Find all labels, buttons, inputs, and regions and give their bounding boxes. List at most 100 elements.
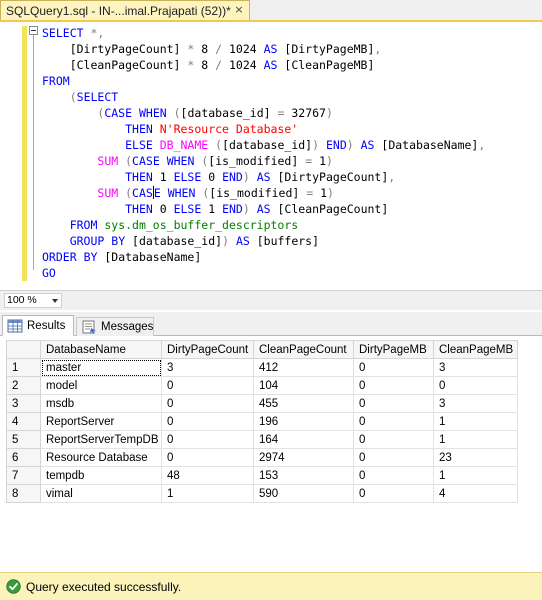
table-cell[interactable]: 1 — [433, 430, 518, 449]
row-number[interactable]: 3 — [6, 394, 41, 413]
row-number[interactable]: 1 — [6, 358, 41, 377]
table-cell[interactable]: 1 — [433, 412, 518, 431]
table-cell[interactable]: 0 — [161, 412, 254, 431]
table-cell[interactable]: 1 — [161, 484, 254, 503]
code-token: CASE — [132, 154, 160, 168]
table-cell[interactable]: 590 — [253, 484, 354, 503]
code-token: GO — [42, 266, 56, 280]
table-cell[interactable]: 3 — [433, 394, 518, 413]
table-row[interactable]: 2 model 0 104 0 0 — [6, 376, 518, 395]
table-cell[interactable]: msdb — [40, 394, 162, 413]
code-token: 32767 — [284, 106, 326, 120]
table-cell[interactable]: 0 — [353, 466, 434, 485]
row-number[interactable]: 4 — [6, 412, 41, 431]
table-row[interactable]: 6 Resource Database 0 2974 0 23 — [6, 448, 518, 467]
table-cell[interactable]: 0 — [353, 376, 434, 395]
table-row[interactable]: 8 vimal 1 590 0 4 — [6, 484, 518, 503]
table-cell[interactable]: 48 — [161, 466, 254, 485]
row-number[interactable]: 7 — [6, 466, 41, 485]
table-row[interactable]: 4 ReportServer 0 196 0 1 — [6, 412, 518, 431]
code-token: AS — [263, 58, 278, 72]
results-tab-strip: Results Messages — [0, 312, 542, 336]
table-cell[interactable]: model — [40, 376, 162, 395]
table-cell[interactable]: 0 — [353, 448, 434, 467]
tab-results[interactable]: Results — [2, 315, 74, 336]
zoom-value: 100 % — [7, 294, 37, 306]
row-number[interactable]: 2 — [6, 376, 41, 395]
code-token: THEN — [125, 122, 153, 136]
code-line: GO — [42, 265, 485, 281]
code-token: [database_id] — [180, 106, 278, 120]
table-cell[interactable]: 104 — [253, 376, 354, 395]
row-number[interactable]: 6 — [6, 448, 41, 467]
row-number[interactable]: 5 — [6, 430, 41, 449]
horizontal-scrollbar[interactable] — [66, 294, 536, 307]
table-cell[interactable]: tempdb — [40, 466, 162, 485]
code-token: ELSE — [173, 202, 202, 216]
table-cell[interactable]: 23 — [433, 448, 518, 467]
code-token: ) — [326, 154, 333, 168]
tab-messages[interactable]: Messages — [76, 317, 154, 336]
table-row[interactable]: 7 tempdb 48 153 0 1 — [6, 466, 518, 485]
table-row[interactable]: 1 master 3 412 0 3 — [6, 358, 518, 377]
grid-corner[interactable] — [6, 340, 41, 359]
table-cell[interactable]: 153 — [253, 466, 354, 485]
code-token: 8 — [194, 42, 216, 56]
document-tab-title: SQLQuery1.sql - IN-...imal.Prajapati (52… — [6, 3, 231, 18]
outline-guide — [33, 30, 34, 270]
sql-code[interactable]: SELECT *, [DirtyPageCount] * 8 / 1024 AS… — [42, 25, 485, 281]
table-cell[interactable]: 0 — [161, 448, 254, 467]
code-line: [CleanPageCount] * 8 / 1024 AS [CleanPag… — [42, 57, 485, 73]
table-cell[interactable]: 0 — [353, 484, 434, 503]
collapse-icon[interactable] — [29, 26, 38, 35]
column-header[interactable]: DirtyPageMB — [353, 340, 434, 359]
close-icon[interactable]: × — [232, 3, 246, 17]
document-tab[interactable]: SQLQuery1.sql - IN-...imal.Prajapati (52… — [0, 0, 250, 20]
code-token: 1 — [201, 202, 223, 216]
table-cell[interactable]: ReportServer — [40, 412, 162, 431]
table-cell[interactable]: 196 — [253, 412, 354, 431]
table-cell[interactable]: 0 — [353, 394, 434, 413]
table-cell[interactable]: 455 — [253, 394, 354, 413]
table-cell[interactable]: master — [40, 358, 162, 377]
code-token: CASE — [104, 106, 133, 120]
code-token: [is_modified] — [209, 186, 307, 200]
table-cell[interactable]: 3 — [433, 358, 518, 377]
code-token: AS — [256, 202, 271, 216]
code-token: WHEN — [138, 106, 167, 120]
column-header[interactable]: CleanPageMB — [433, 340, 518, 359]
table-row[interactable]: 3 msdb 0 455 0 3 — [6, 394, 518, 413]
table-cell[interactable]: ReportServerTempDB — [40, 430, 162, 449]
code-token: DB_NAME — [159, 138, 209, 152]
table-cell[interactable]: 0 — [353, 430, 434, 449]
code-line: FROM sys.dm_os_buffer_descriptors — [42, 217, 485, 233]
query-editor[interactable]: SELECT *, [DirtyPageCount] * 8 / 1024 AS… — [0, 22, 542, 290]
table-cell[interactable]: 2974 — [253, 448, 354, 467]
zoom-dropdown[interactable]: 100 % — [4, 293, 62, 308]
column-header[interactable]: DirtyPageCount — [161, 340, 254, 359]
table-cell[interactable]: 0 — [433, 376, 518, 395]
table-cell[interactable]: 1 — [433, 466, 518, 485]
column-header[interactable]: CleanPageCount — [253, 340, 354, 359]
code-token: *, — [90, 26, 105, 40]
table-cell[interactable]: 3 — [161, 358, 254, 377]
table-row[interactable]: 5 ReportServerTempDB 0 164 0 1 — [6, 430, 518, 449]
table-cell[interactable]: vimal — [40, 484, 162, 503]
table-cell[interactable]: 0 — [161, 376, 254, 395]
table-cell[interactable]: 164 — [253, 430, 354, 449]
table-cell[interactable]: 0 — [161, 394, 254, 413]
column-header[interactable]: DatabaseName — [40, 340, 162, 359]
row-number[interactable]: 8 — [6, 484, 41, 503]
table-cell[interactable]: 0 — [353, 358, 434, 377]
table-cell[interactable]: 4 — [433, 484, 518, 503]
table-cell[interactable]: Resource Database — [40, 448, 162, 467]
results-grid[interactable]: DatabaseName DirtyPageCount CleanPageCount… — [6, 340, 518, 503]
code-token: E — [153, 186, 161, 200]
table-cell[interactable]: 0 — [353, 412, 434, 431]
table-cell[interactable]: 412 — [253, 358, 354, 377]
table-cell[interactable]: 0 — [161, 430, 254, 449]
